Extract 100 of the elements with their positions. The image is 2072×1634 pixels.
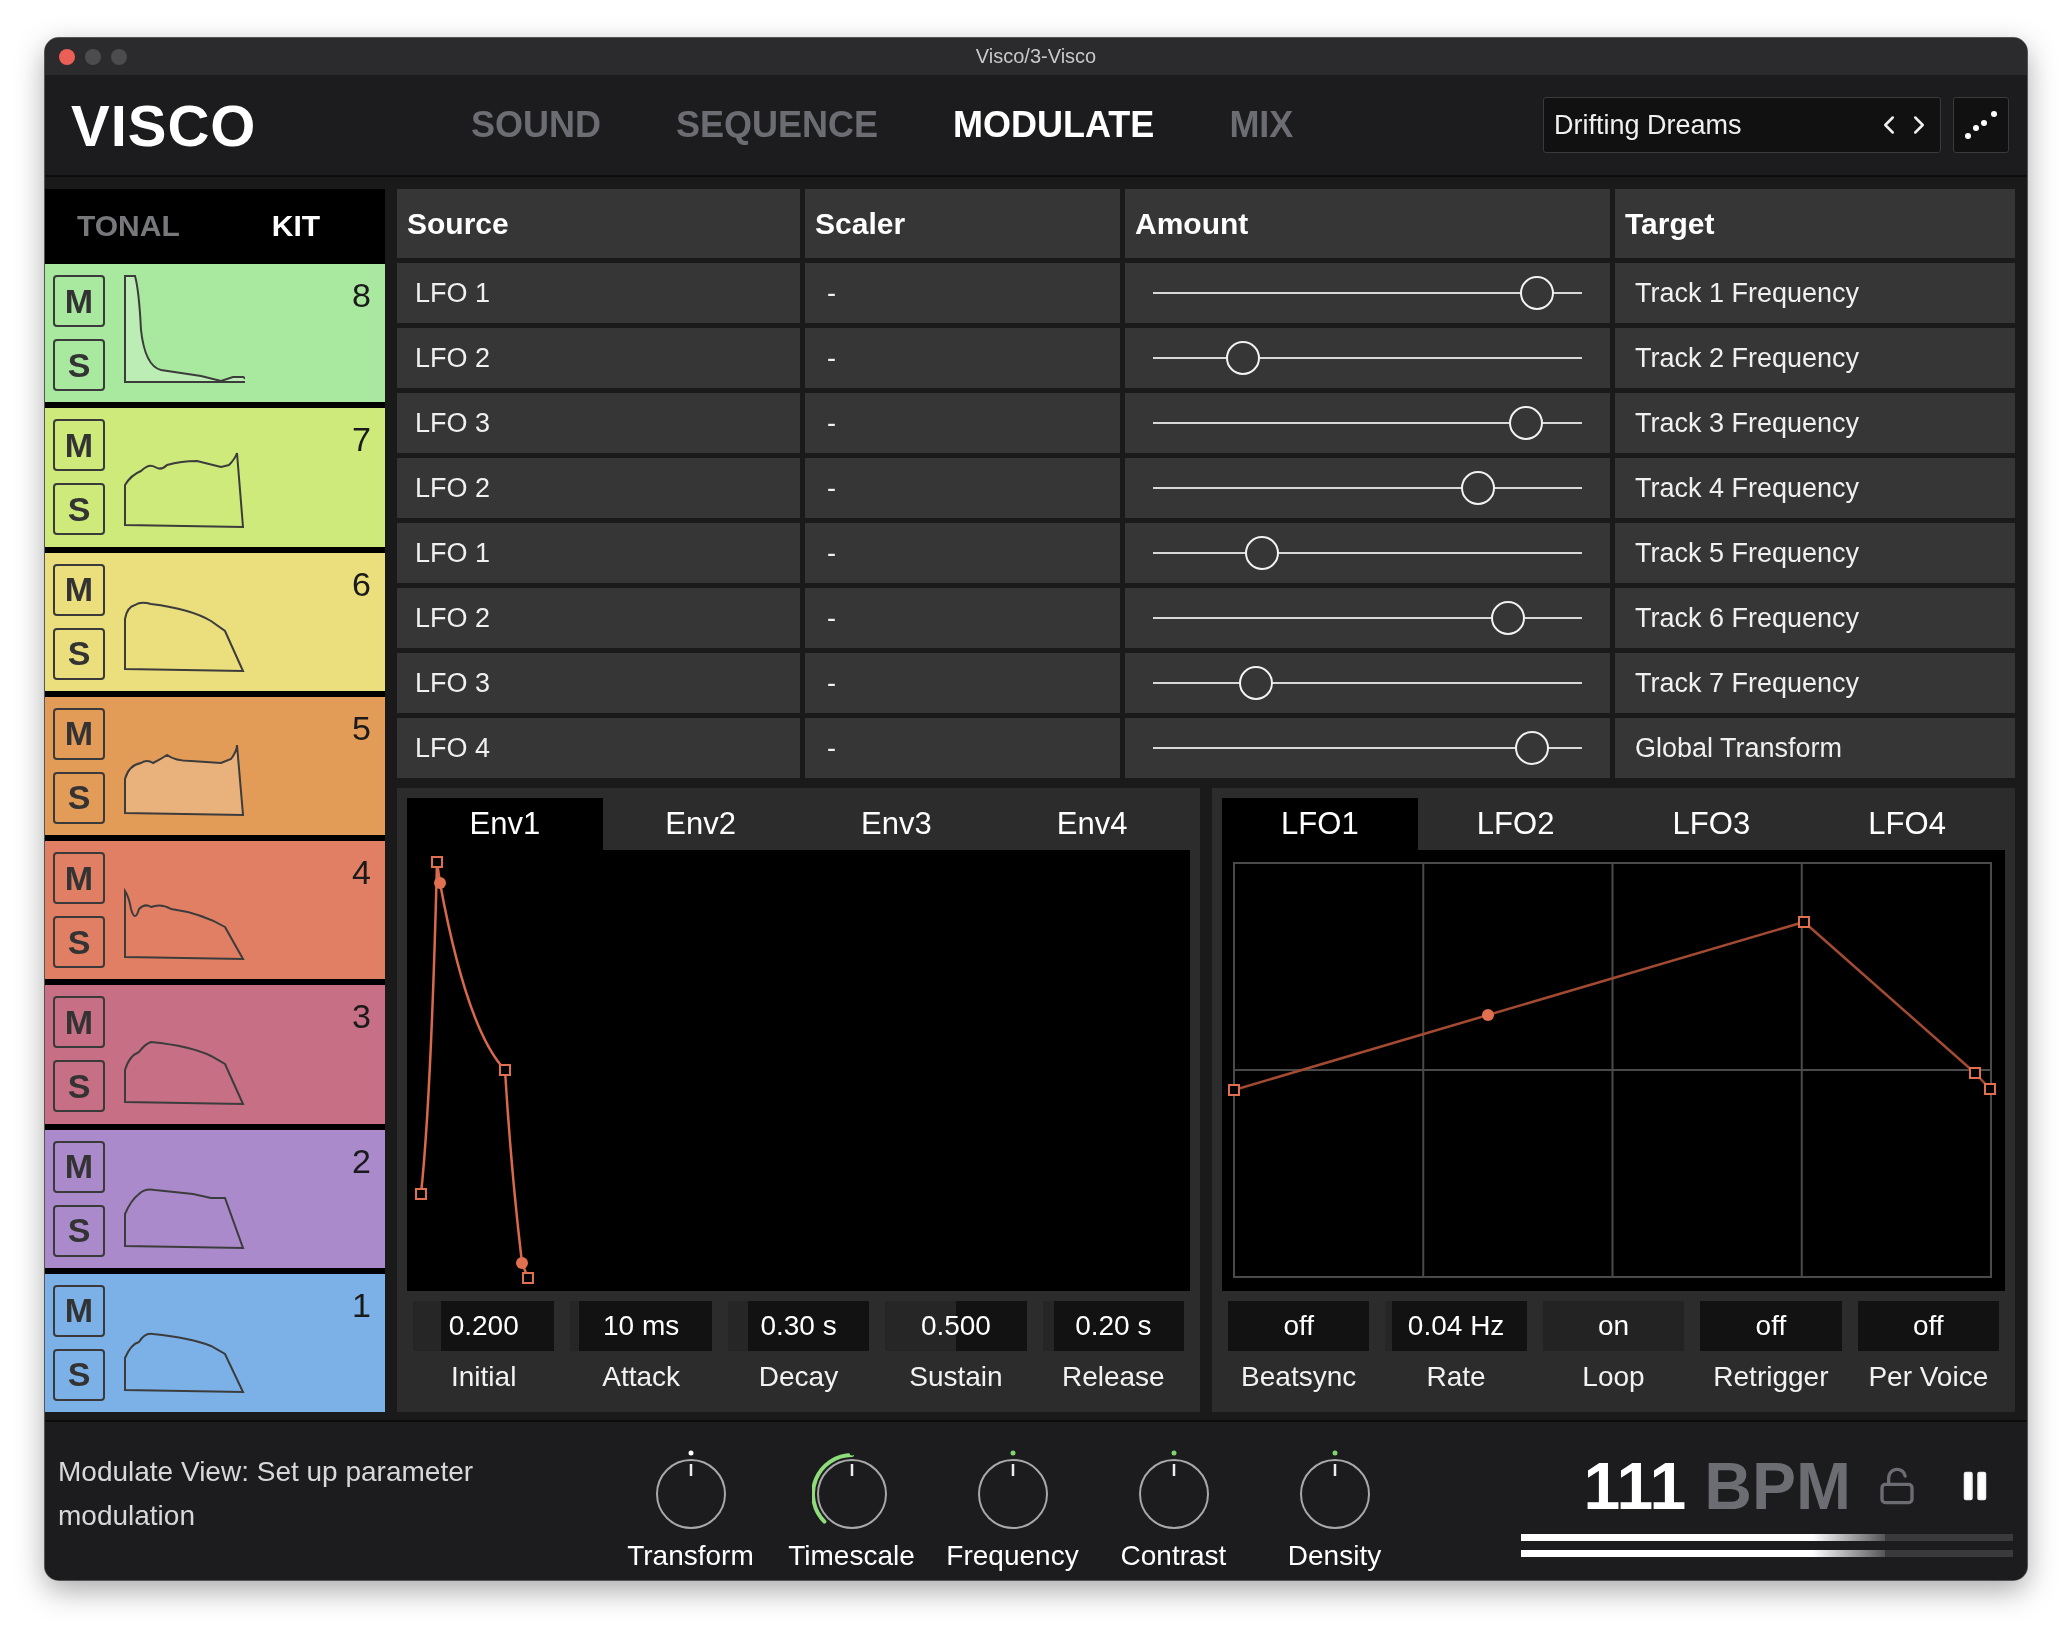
value-field[interactable]: 0.500 <box>885 1301 1027 1351</box>
slider-thumb[interactable] <box>1514 731 1549 765</box>
track-card[interactable]: M S 8 <box>45 264 385 403</box>
slider-thumb[interactable] <box>1238 666 1273 700</box>
amount-slider[interactable] <box>1125 523 1610 583</box>
mute-button[interactable]: M <box>53 419 105 472</box>
envelope-tab[interactable]: Env2 <box>602 798 799 850</box>
source-cell[interactable]: LFO 1 <box>397 523 800 583</box>
value-field[interactable]: 10 ms <box>570 1301 712 1351</box>
solo-button[interactable]: S <box>53 771 105 824</box>
amount-slider[interactable] <box>1125 718 1610 778</box>
value-field[interactable]: off <box>1700 1301 1842 1351</box>
amount-slider[interactable] <box>1125 263 1610 323</box>
scaler-cell[interactable]: - <box>805 588 1120 648</box>
target-cell[interactable]: Track 4 Frequency <box>1615 458 2015 518</box>
scaler-cell[interactable]: - <box>805 328 1120 388</box>
solo-button[interactable]: S <box>53 339 105 392</box>
knob-label: Frequency <box>946 1540 1079 1572</box>
envelope-tab[interactable]: Env4 <box>994 798 1190 850</box>
lfo-tab[interactable]: LFO3 <box>1613 798 1810 850</box>
slider-thumb[interactable] <box>1509 406 1544 440</box>
nav-tab[interactable]: MODULATE <box>953 104 1155 146</box>
mute-button[interactable]: M <box>53 563 105 616</box>
mute-button[interactable]: M <box>53 1140 105 1193</box>
track-type-tab[interactable]: KIT <box>271 209 321 243</box>
lock-icon[interactable] <box>1877 1466 1917 1506</box>
track-card[interactable]: M S 2 <box>45 1129 385 1268</box>
track-type-tab[interactable]: TONAL <box>77 209 180 243</box>
solo-button[interactable]: S <box>53 1060 105 1113</box>
source-cell[interactable]: LFO 1 <box>397 263 800 323</box>
scaler-cell[interactable]: - <box>805 263 1120 323</box>
track-card[interactable]: M S 7 <box>45 408 385 547</box>
value-field[interactable]: 0.04 Hz <box>1385 1301 1527 1351</box>
scaler-cell[interactable]: - <box>805 718 1120 778</box>
value-field[interactable]: 0.20 s <box>1042 1301 1185 1351</box>
scaler-cell[interactable]: - <box>805 393 1120 453</box>
source-cell[interactable]: LFO 4 <box>397 718 800 778</box>
amount-slider[interactable] <box>1125 653 1610 713</box>
amount-slider[interactable] <box>1125 393 1610 453</box>
slider-thumb[interactable] <box>1245 536 1280 570</box>
value-field[interactable]: on <box>1542 1301 1685 1351</box>
track-card[interactable]: M S 5 <box>45 696 385 835</box>
target-cell[interactable]: Track 6 Frequency <box>1615 588 2015 648</box>
mute-button[interactable]: M <box>53 707 105 760</box>
knob-dial[interactable] <box>1138 1459 1209 1529</box>
value-field[interactable]: off <box>1857 1301 2000 1351</box>
value-field[interactable]: 0.200 <box>413 1301 555 1351</box>
solo-button[interactable]: S <box>53 916 105 969</box>
target-cell[interactable]: Track 2 Frequency <box>1615 328 2015 388</box>
target-cell[interactable]: Track 5 Frequency <box>1615 523 2015 583</box>
solo-button[interactable]: S <box>53 483 105 536</box>
lfo-tab[interactable]: LFO2 <box>1417 798 1614 850</box>
envelope-tab[interactable]: Env3 <box>798 798 995 850</box>
target-cell[interactable]: Track 3 Frequency <box>1615 393 2015 453</box>
target-cell[interactable]: Track 1 Frequency <box>1615 263 2015 323</box>
track-card[interactable]: M S 1 <box>45 1273 385 1412</box>
slider-thumb[interactable] <box>1519 276 1554 310</box>
mute-button[interactable]: M <box>53 1284 105 1337</box>
knob-dial[interactable] <box>816 1459 887 1529</box>
knob-dial[interactable] <box>1299 1459 1370 1529</box>
mute-button[interactable]: M <box>53 852 105 905</box>
amount-slider[interactable] <box>1125 328 1610 388</box>
dots-icon <box>1964 110 1998 140</box>
parameter-label: Attack <box>602 1361 680 1393</box>
scaler-cell[interactable]: - <box>805 458 1120 518</box>
slider-thumb[interactable] <box>1226 341 1261 375</box>
track-card[interactable]: M S 3 <box>45 985 385 1124</box>
source-cell[interactable]: LFO 3 <box>397 653 800 713</box>
status-text: Modulate View: Set up parameter modulation <box>58 1455 475 1533</box>
track-card[interactable]: M S 6 <box>45 552 385 691</box>
amount-slider[interactable] <box>1125 458 1610 518</box>
lfo-tab[interactable]: LFO1 <box>1222 798 1418 850</box>
preset-selector[interactable]: Drifting Dreams <box>1543 97 1941 153</box>
track-card[interactable]: M S 4 <box>45 841 385 980</box>
target-cell[interactable]: Global Transform <box>1615 718 2015 778</box>
knob-dial[interactable] <box>655 1459 726 1529</box>
close-button[interactable] <box>59 48 75 65</box>
knob-dial[interactable] <box>977 1459 1048 1529</box>
solo-button[interactable]: S <box>53 627 105 680</box>
envelope-tab[interactable]: Env1 <box>407 798 603 850</box>
slider-thumb[interactable] <box>1491 601 1526 635</box>
slider-thumb[interactable] <box>1460 471 1495 505</box>
solo-button[interactable]: S <box>53 1204 105 1257</box>
lfo-tab[interactable]: LFO4 <box>1809 798 2005 850</box>
source-cell[interactable]: LFO 2 <box>397 458 800 518</box>
solo-button[interactable]: S <box>53 1348 105 1401</box>
target-cell[interactable]: Track 7 Frequency <box>1615 653 2015 713</box>
value-field[interactable]: 0.30 s <box>727 1301 870 1351</box>
parameter-label: Loop <box>1582 1361 1645 1393</box>
scaler-cell[interactable]: - <box>805 523 1120 583</box>
amount-slider[interactable] <box>1125 588 1610 648</box>
source-cell[interactable]: LFO 2 <box>397 588 800 648</box>
source-cell[interactable]: LFO 3 <box>397 393 800 453</box>
value-field[interactable]: off <box>1228 1301 1370 1351</box>
mute-button[interactable]: M <box>53 275 105 328</box>
menu-button[interactable] <box>1953 97 2009 153</box>
tempo-value[interactable]: 111 <box>1583 1448 1687 1524</box>
mute-button[interactable]: M <box>53 996 105 1049</box>
source-cell[interactable]: LFO 2 <box>397 328 800 388</box>
scaler-cell[interactable]: - <box>805 653 1120 713</box>
